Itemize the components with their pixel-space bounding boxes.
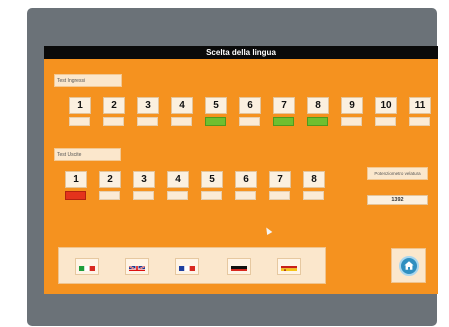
input-key-2[interactable]: 2: [103, 97, 125, 114]
language-button-german[interactable]: [227, 258, 251, 275]
output-key-6[interactable]: 6: [235, 171, 257, 188]
home-icon: [399, 256, 419, 276]
input-indicator-9: [341, 117, 362, 126]
language-button-spanish[interactable]: [277, 258, 301, 275]
input-indicator-10: [375, 117, 396, 126]
output-key-1[interactable]: 1: [65, 171, 87, 188]
hmi-screen: Scelta della lingua Test Ingressi 123456…: [44, 46, 438, 294]
output-key-8[interactable]: 8: [303, 171, 325, 188]
output-indicator-8: [303, 191, 324, 200]
language-button-english[interactable]: [125, 258, 149, 275]
language-button-italian[interactable]: [75, 258, 99, 275]
output-indicator-5: [201, 191, 222, 200]
output-indicator-3: [133, 191, 154, 200]
input-indicator-2: [103, 117, 124, 126]
germany-flag-icon: [231, 262, 247, 271]
input-key-5[interactable]: 5: [205, 97, 227, 114]
output-key-3[interactable]: 3: [133, 171, 155, 188]
input-indicator-6: [239, 117, 260, 126]
mouse-cursor: [263, 225, 273, 236]
input-key-6[interactable]: 6: [239, 97, 261, 114]
language-button-french[interactable]: [175, 258, 199, 275]
input-indicator-8: [307, 117, 328, 126]
home-button[interactable]: [391, 248, 426, 283]
output-indicator-7: [269, 191, 290, 200]
input-key-8[interactable]: 8: [307, 97, 329, 114]
output-key-7[interactable]: 7: [269, 171, 291, 188]
output-indicator-6: [235, 191, 256, 200]
input-key-10[interactable]: 10: [375, 97, 397, 114]
inputs-group-label: Test Ingressi: [54, 74, 122, 87]
screen-title: Scelta della lingua: [44, 46, 438, 59]
input-indicator-7: [273, 117, 294, 126]
input-indicator-1: [69, 117, 90, 126]
output-key-4[interactable]: 4: [167, 171, 189, 188]
output-key-5[interactable]: 5: [201, 171, 223, 188]
spain-flag-icon: [281, 262, 297, 271]
output-indicator-1: [65, 191, 86, 200]
output-indicator-4: [167, 191, 188, 200]
output-key-2[interactable]: 2: [99, 171, 121, 188]
input-key-7[interactable]: 7: [273, 97, 295, 114]
language-bar: [58, 247, 326, 284]
input-key-9[interactable]: 9: [341, 97, 363, 114]
output-indicator-2: [99, 191, 120, 200]
input-key-11[interactable]: 11: [409, 97, 431, 114]
input-indicator-3: [137, 117, 158, 126]
input-indicator-4: [171, 117, 192, 126]
uk-flag-icon: [129, 262, 145, 271]
input-key-4[interactable]: 4: [171, 97, 193, 114]
france-flag-icon: [179, 262, 195, 271]
input-indicator-11: [409, 117, 430, 126]
input-key-3[interactable]: 3: [137, 97, 159, 114]
counter-value: 1392: [367, 195, 428, 205]
outputs-group-label: Test Uscite: [54, 148, 121, 161]
input-key-1[interactable]: 1: [69, 97, 91, 114]
italy-flag-icon: [79, 262, 95, 271]
counter-label: Potenziometro velatura: [367, 167, 428, 180]
input-indicator-5: [205, 117, 226, 126]
